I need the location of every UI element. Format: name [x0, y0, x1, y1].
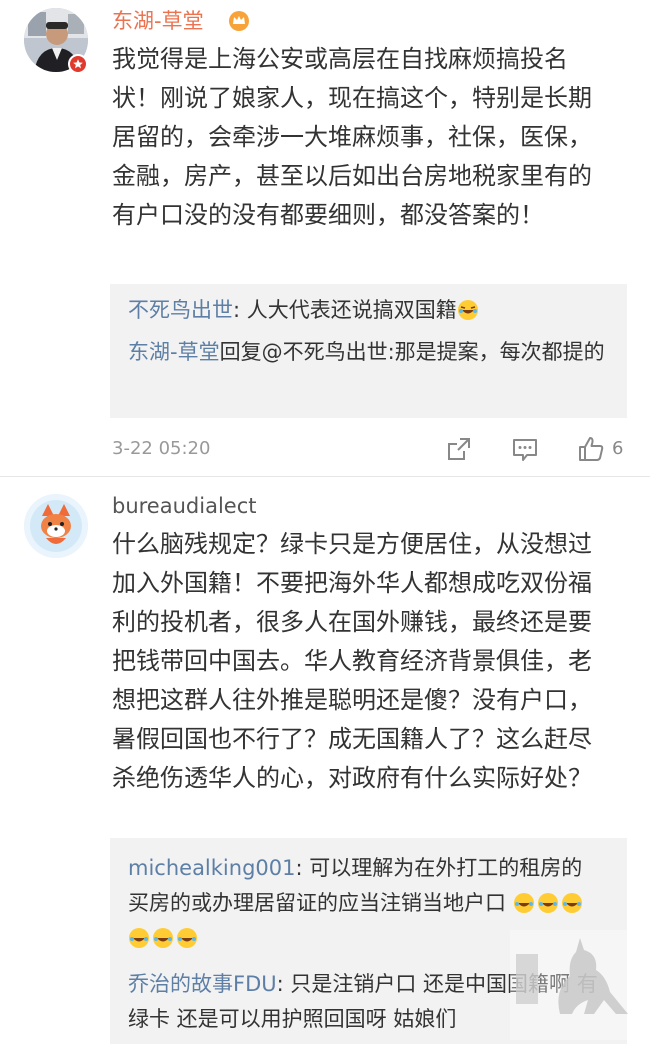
- reply-author[interactable]: 乔治的故事FDU: [128, 972, 277, 996]
- like-icon[interactable]: [576, 434, 606, 464]
- verified-badge-icon: [68, 54, 88, 74]
- share-icon[interactable]: [444, 434, 474, 464]
- reply-item: 东湖-草堂回复@不死鸟出世:那是提案，每次都提的: [128, 335, 613, 370]
- laugh-cry-icon: [153, 928, 173, 948]
- laugh-cry-icon: [561, 893, 582, 913]
- username[interactable]: bureaudialect: [112, 492, 256, 520]
- reply-text: : 人大代表还说搞双国籍: [233, 298, 457, 322]
- reply-author[interactable]: 不死鸟出世: [128, 298, 233, 322]
- reply-text: 回复@不死鸟出世:那是提案，每次都提的: [219, 340, 605, 364]
- comment-body: 我觉得是上海公安或高层在自找麻烦搞投名状！刚说了娘家人，现在搞这个，特别是长期居…: [112, 45, 592, 229]
- laugh-cry-icon: [513, 893, 534, 913]
- reply-author[interactable]: 东湖-草堂: [128, 340, 220, 364]
- avatar[interactable]: [24, 494, 88, 558]
- username[interactable]: 东湖-草堂: [112, 7, 204, 35]
- laugh-cry-icon: [177, 928, 197, 948]
- comment-body: 什么脑残规定？绿卡只是方便居住，从没想过加入外国籍！不要把海外华人都想成吃双份福…: [112, 530, 592, 792]
- divider: [0, 476, 650, 477]
- like-count: 6: [612, 438, 624, 459]
- comment-timestamp: 3-22 05:20: [112, 438, 211, 459]
- comment-icon[interactable]: [510, 434, 540, 464]
- vip-crown-icon: [228, 10, 250, 32]
- laugh-cry-icon: [537, 893, 558, 913]
- kangaroo-watermark-logo: [510, 930, 640, 1040]
- laugh-cry-icon: [457, 300, 478, 320]
- fox-avatar-icon: [24, 494, 88, 558]
- reply-item: 不死鸟出世: 人大代表还说搞双国籍: [128, 293, 613, 328]
- laugh-cry-icon: [129, 928, 149, 948]
- reply-author[interactable]: michealking001: [128, 856, 296, 880]
